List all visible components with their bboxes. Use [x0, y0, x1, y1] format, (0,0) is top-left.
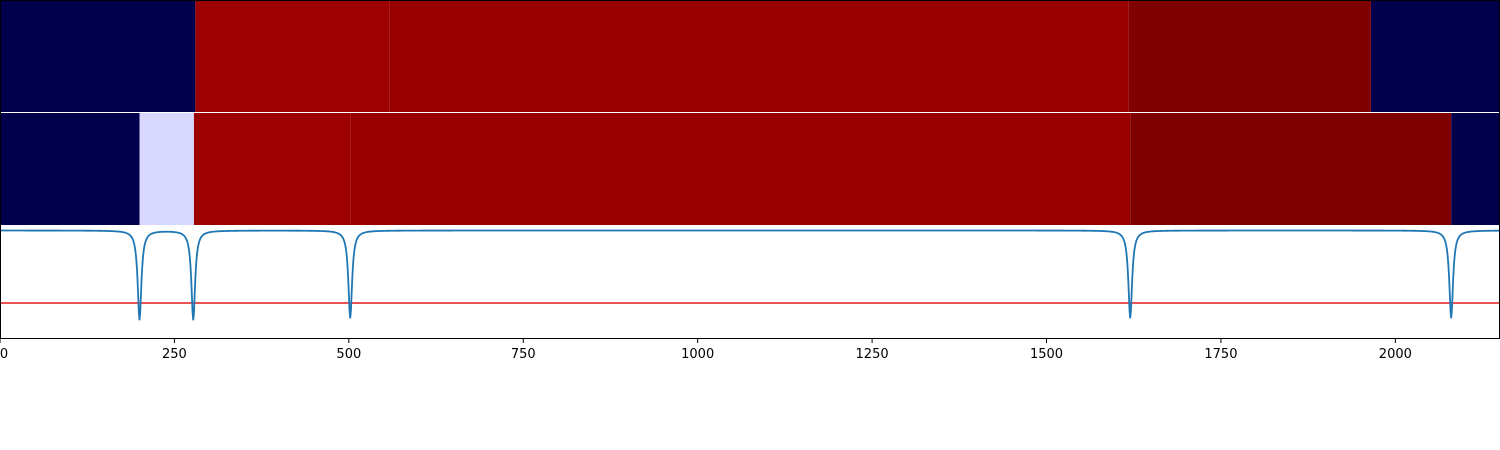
x-axis: 0 250 500 750 1000 1250 1500 1750 2000: [0, 338, 1412, 362]
x-tick-label-0: 0: [0, 347, 8, 362]
x-tick-label-750: 750: [511, 347, 536, 362]
x-tick-label-500: 500: [336, 347, 361, 362]
x-tick-label-1750: 1750: [1204, 347, 1237, 362]
segment-2-3: [193, 113, 351, 225]
segment-row-1: [0, 0, 1500, 112]
signal-line: [0, 229, 1500, 321]
segment-2-2: [139, 113, 194, 225]
segment-2-1: [0, 113, 140, 225]
x-tick-label-250: 250: [162, 347, 187, 362]
segment-1-1: [0, 0, 196, 112]
signal-panel: [0, 229, 1500, 321]
segment-1-5: [1370, 0, 1500, 112]
segment-1-3: [389, 0, 1129, 112]
segment-1-2: [195, 0, 390, 112]
segment-2-6: [1451, 113, 1500, 225]
segmentation-chart: 0 250 500 750 1000 1250 1500 1750 2000: [0, 0, 1500, 362]
x-tick-label-1500: 1500: [1030, 347, 1063, 362]
segment-1-4: [1128, 0, 1371, 112]
x-tick-label-2000: 2000: [1379, 347, 1412, 362]
segment-2-4: [350, 113, 1131, 225]
segment-2-5: [1130, 113, 1452, 225]
x-tick-label-1000: 1000: [681, 347, 714, 362]
segment-row-2: [0, 113, 1500, 225]
x-tick-label-1250: 1250: [856, 347, 889, 362]
